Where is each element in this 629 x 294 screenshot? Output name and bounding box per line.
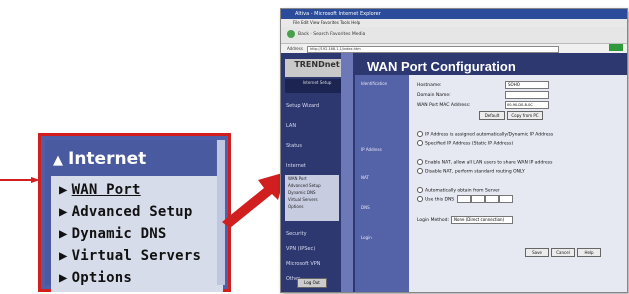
radio-icon[interactable] — [417, 140, 423, 146]
cancel-button[interactable]: Cancel — [551, 248, 575, 257]
internet-menu-header[interactable]: ▲ Internet — [53, 149, 146, 169]
back-icon[interactable] — [287, 29, 295, 38]
sidebar-subitem-advanced-setup[interactable]: Advanced Setup — [285, 182, 339, 189]
hostname-input[interactable]: SOHO — [505, 81, 549, 89]
menu-item-advanced-setup[interactable]: ▶ Advanced Setup — [59, 204, 192, 220]
hostname-value: SOHO — [508, 82, 520, 87]
sidebar-item-microsoft-vpn[interactable]: Microsoft VPN — [286, 261, 321, 267]
menu-item-dynamic-dns[interactable]: ▶ Dynamic DNS — [59, 226, 167, 242]
logout-button[interactable]: Log Out — [297, 278, 327, 288]
window-title-bar: Altiva - Microsoft Internet Explorer — [281, 9, 627, 19]
dns-auto-option[interactable]: Automatically obtain from Server — [417, 187, 500, 194]
radio-icon[interactable] — [417, 159, 423, 165]
sidebar-item-setup-wizard[interactable]: Setup Wizard — [286, 103, 319, 109]
copy-from-pc-button[interactable]: Copy from PC — [507, 111, 543, 120]
dns-octet-3[interactable] — [485, 195, 499, 203]
login-method-select[interactable]: None (Direct connection) — [451, 216, 513, 224]
mac-input[interactable]: 00-90-D0-8-0C — [505, 101, 549, 109]
radio-icon[interactable] — [417, 131, 423, 137]
address-value: http://192.168.1.1/index.htm — [309, 46, 361, 51]
sidebar-subitem-options[interactable]: Options — [285, 203, 339, 210]
radio-icon[interactable] — [417, 168, 423, 174]
help-button[interactable]: Help — [577, 248, 601, 257]
mac-value: 00-90-D0-8-0C — [507, 103, 533, 107]
label-identification: Identification — [361, 81, 388, 86]
mac-label: WAN Port MAC Address: — [417, 103, 471, 108]
sidebar-subitem-wan-port[interactable]: WAN Port — [285, 175, 339, 182]
label-dns: DNS — [361, 205, 370, 210]
toolbar-label: Back · Search Favorites Media — [298, 32, 366, 37]
label-ip-address: IP Address — [361, 147, 382, 152]
router-page: TRENDnet Internet Setup Setup Wizard LAN… — [281, 53, 627, 292]
menu-item-options[interactable]: ▶ Options — [59, 270, 132, 286]
menu-item-label: WAN Port — [71, 182, 141, 198]
sidebar-internet-submenu: WAN Port Advanced Setup Dynamic DNS Virt… — [285, 175, 339, 221]
radio-icon[interactable] — [417, 187, 423, 193]
browser-toolbar[interactable]: Back · Search Favorites Media — [281, 27, 627, 44]
router-sidebar: TRENDnet Internet Setup Setup Wizard LAN… — [281, 53, 355, 292]
menu-item-virtual-servers[interactable]: ▶ Virtual Servers — [59, 248, 201, 264]
dns-octet-4[interactable] — [499, 195, 513, 203]
dns-use-label: Use this DNS — [425, 197, 455, 203]
menu-item-wan-port[interactable]: ▶ WAN Port — [59, 182, 141, 198]
nat-disable-label: Disable NAT, perform standard routing ON… — [425, 169, 525, 175]
triangle-right-icon: ▶ — [59, 270, 68, 286]
browser-menu-bar[interactable]: File Edit View Favorites Tools Help — [281, 19, 627, 27]
domain-label: Domain Name: — [417, 93, 451, 98]
triangle-up-icon: ▲ — [53, 153, 63, 168]
page-title: WAN Port Configuration — [363, 59, 627, 74]
ip-static-label: Specified IP Address (Static IP Address) — [425, 141, 514, 147]
go-button[interactable] — [609, 44, 623, 51]
internet-submenu-list: ▶ WAN Port ▶ Advanced Setup ▶ Dynamic DNS ▶… — [51, 176, 223, 292]
address-label: Address — [287, 46, 303, 51]
browser-window: Altiva - Microsoft Internet Explorer Fil… — [280, 8, 628, 293]
dns-auto-label: Automatically obtain from Server — [425, 188, 500, 194]
zoomed-menu-background: ▲ Internet ▶ WAN Port ▶ Advanced Setup ▶ Dyn… — [45, 140, 223, 292]
hostname-label: Hostname: — [417, 83, 442, 88]
zoomed-menu-panel: ▲ Internet ▶ WAN Port ▶ Advanced Setup ▶ Dyn… — [38, 133, 231, 292]
sidebar-item-status[interactable]: Status — [286, 143, 302, 149]
internet-header-label: Internet — [68, 149, 147, 169]
nat-enable-option[interactable]: Enable NAT, allow all LAN users to share… — [417, 159, 552, 166]
domain-input[interactable] — [505, 91, 549, 99]
label-nat: NAT — [361, 175, 369, 180]
trendnet-logo: TRENDnet — [285, 59, 349, 77]
sidebar-item-vpn-ipsec[interactable]: VPN (IPSec) — [286, 246, 315, 252]
section-labels-column: Identification IP Address NAT DNS Login — [355, 75, 409, 292]
wan-config-content: WAN Port Configuration Identification IP… — [355, 53, 627, 292]
address-input[interactable]: http://192.168.1.1/index.htm — [306, 45, 559, 53]
nat-enable-label: Enable NAT, allow all LAN users to share… — [425, 160, 553, 166]
sidebar-subtitle: Internet Setup — [285, 79, 349, 93]
label-login: Login — [361, 235, 372, 240]
radio-icon[interactable] — [417, 196, 423, 202]
pointer-arrow — [0, 177, 40, 183]
triangle-right-icon: ▶ — [59, 182, 68, 198]
login-method-value: None (Direct connection) — [454, 217, 505, 222]
sidebar-subitem-dynamic-dns[interactable]: Dynamic DNS — [285, 189, 339, 196]
sidebar-item-internet[interactable]: Internet — [286, 163, 306, 169]
dns-octet-1[interactable] — [457, 195, 471, 203]
triangle-right-icon: ▶ — [59, 248, 68, 264]
sidebar-subitem-virtual-servers[interactable]: Virtual Servers — [285, 196, 339, 203]
ip-auto-label: IP Address is assigned automatically/Dyn… — [425, 132, 554, 138]
sidebar-item-lan[interactable]: LAN — [286, 123, 296, 129]
dns-octet-2[interactable] — [471, 195, 485, 203]
save-button[interactable]: Save — [525, 248, 549, 257]
ip-static-option[interactable]: Specified IP Address (Static IP Address) — [417, 140, 513, 147]
ip-auto-option[interactable]: IP Address is assigned automatically/Dyn… — [417, 131, 553, 138]
menu-item-label: Options — [71, 270, 133, 286]
login-method-label: Login Method: — [417, 218, 449, 223]
menu-item-label: Dynamic DNS — [71, 226, 167, 242]
dns-use-option[interactable]: Use this DNS — [417, 196, 454, 203]
sidebar-item-security[interactable]: Security — [286, 231, 307, 237]
menu-item-label: Advanced Setup — [71, 204, 193, 220]
sidebar-scrollbar[interactable] — [341, 53, 353, 292]
menu-item-label: Virtual Servers — [71, 248, 202, 264]
triangle-right-icon: ▶ — [59, 226, 68, 242]
nat-disable-option[interactable]: Disable NAT, perform standard routing ON… — [417, 168, 525, 175]
default-button[interactable]: Default — [479, 111, 505, 120]
triangle-right-icon: ▶ — [59, 204, 68, 220]
